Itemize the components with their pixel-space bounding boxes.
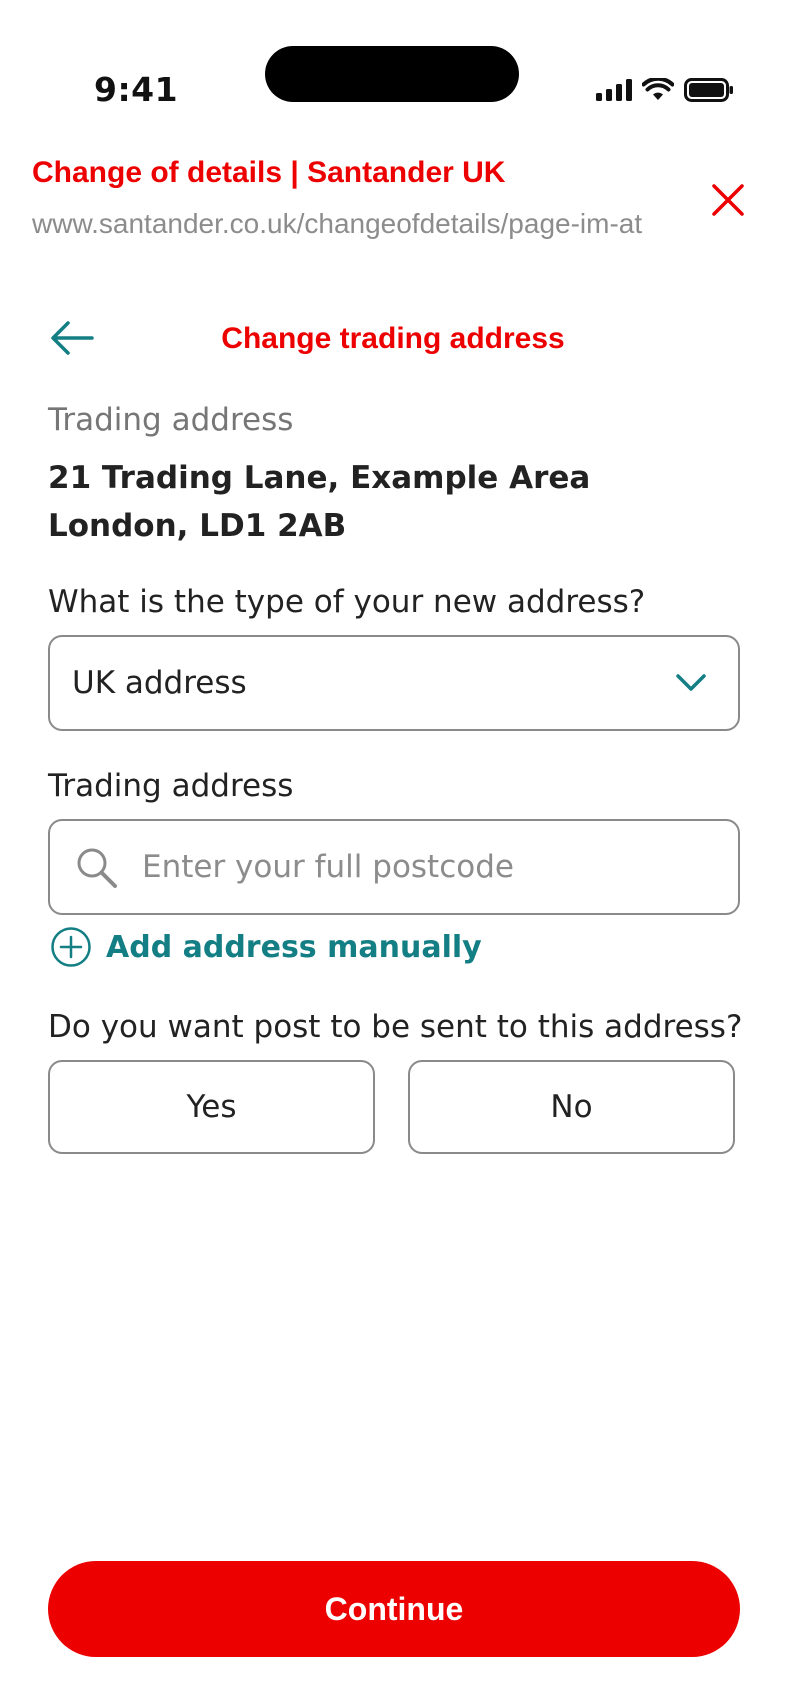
- continue-button[interactable]: Continue: [48, 1561, 740, 1657]
- screen-title: Change trading address: [221, 322, 565, 355]
- current-address: 21 Trading Lane, Example Area London, LD…: [48, 454, 590, 550]
- status-bar: 9:41: [0, 0, 786, 130]
- current-address-line2: London, LD1 2AB: [48, 508, 347, 544]
- plus-circle-icon: [51, 927, 91, 967]
- postcode-label: Trading address: [48, 768, 294, 804]
- current-address-line1: 21 Trading Lane, Example Area: [48, 460, 591, 496]
- page-title: Change of details | Santander UK: [32, 156, 506, 189]
- status-time: 9:41: [94, 70, 179, 109]
- page-url: www.santander.co.uk/changeofdetails/page…: [32, 208, 643, 239]
- postcode-search-box: [48, 819, 740, 915]
- chevron-down-icon: [676, 674, 706, 691]
- close-button[interactable]: [708, 180, 748, 220]
- wifi-icon: [642, 78, 674, 100]
- search-icon: [77, 848, 117, 888]
- dynamic-island: [265, 46, 519, 102]
- post-question: Do you want post to be sent to this addr…: [48, 1009, 743, 1045]
- status-icons: [596, 78, 734, 102]
- yes-button[interactable]: Yes: [48, 1060, 375, 1154]
- close-icon: [712, 184, 744, 216]
- battery-icon: [684, 78, 733, 102]
- address-type-selected: UK address: [72, 665, 247, 701]
- cellular-signal-icon: [596, 79, 632, 101]
- add-address-manually-label: Add address manually: [106, 929, 482, 965]
- add-address-manually-link[interactable]: Add address manually: [50, 926, 482, 968]
- current-address-label: Trading address: [48, 402, 294, 438]
- postcode-input[interactable]: [142, 841, 712, 893]
- address-type-select[interactable]: UK address: [48, 635, 740, 731]
- browser-header: Change of details | Santander UK www.san…: [0, 150, 786, 250]
- no-button[interactable]: No: [408, 1060, 735, 1154]
- address-type-question: What is the type of your new address?: [48, 584, 646, 620]
